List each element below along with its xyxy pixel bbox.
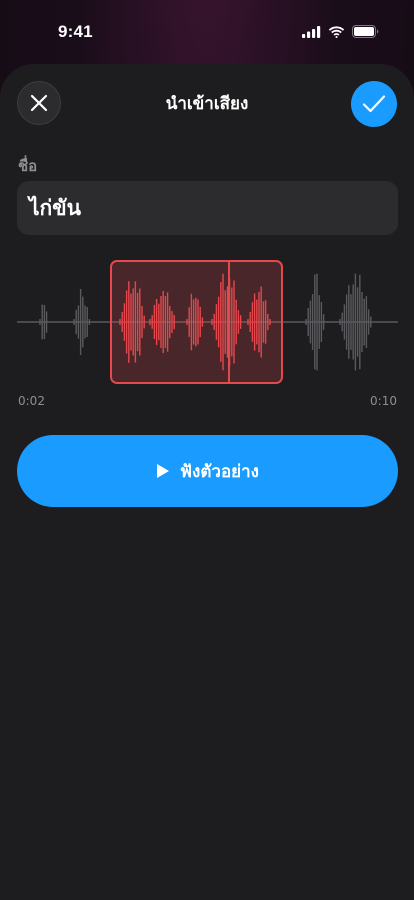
play-icon bbox=[157, 464, 170, 478]
preview-label: ฟังตัวอย่าง bbox=[180, 461, 259, 482]
status-icons bbox=[302, 25, 379, 38]
battery-icon bbox=[352, 25, 379, 38]
audio-trimmer[interactable] bbox=[0, 254, 414, 394]
name-field[interactable]: ไก่ขัน bbox=[17, 181, 398, 235]
confirm-button[interactable] bbox=[351, 81, 397, 127]
trim-start-time: 0:02 bbox=[18, 394, 45, 408]
trim-end-time: 0:10 bbox=[370, 394, 397, 408]
selection-range[interactable] bbox=[110, 260, 283, 384]
import-sound-sheet: นำเข้าเสียง ชื่อ ไก่ขัน 0:02 0:10 ฟังตัว… bbox=[0, 64, 414, 900]
preview-button[interactable]: ฟังตัวอย่าง bbox=[17, 435, 398, 507]
checkmark-icon bbox=[362, 95, 386, 113]
status-time: 9:41 bbox=[58, 22, 93, 41]
name-label: ชื่อ bbox=[18, 157, 38, 175]
name-value: ไก่ขัน bbox=[29, 195, 81, 220]
wifi-icon bbox=[328, 25, 345, 38]
status-bar: 9:41 bbox=[0, 0, 414, 62]
cellular-signal-icon bbox=[302, 25, 321, 38]
